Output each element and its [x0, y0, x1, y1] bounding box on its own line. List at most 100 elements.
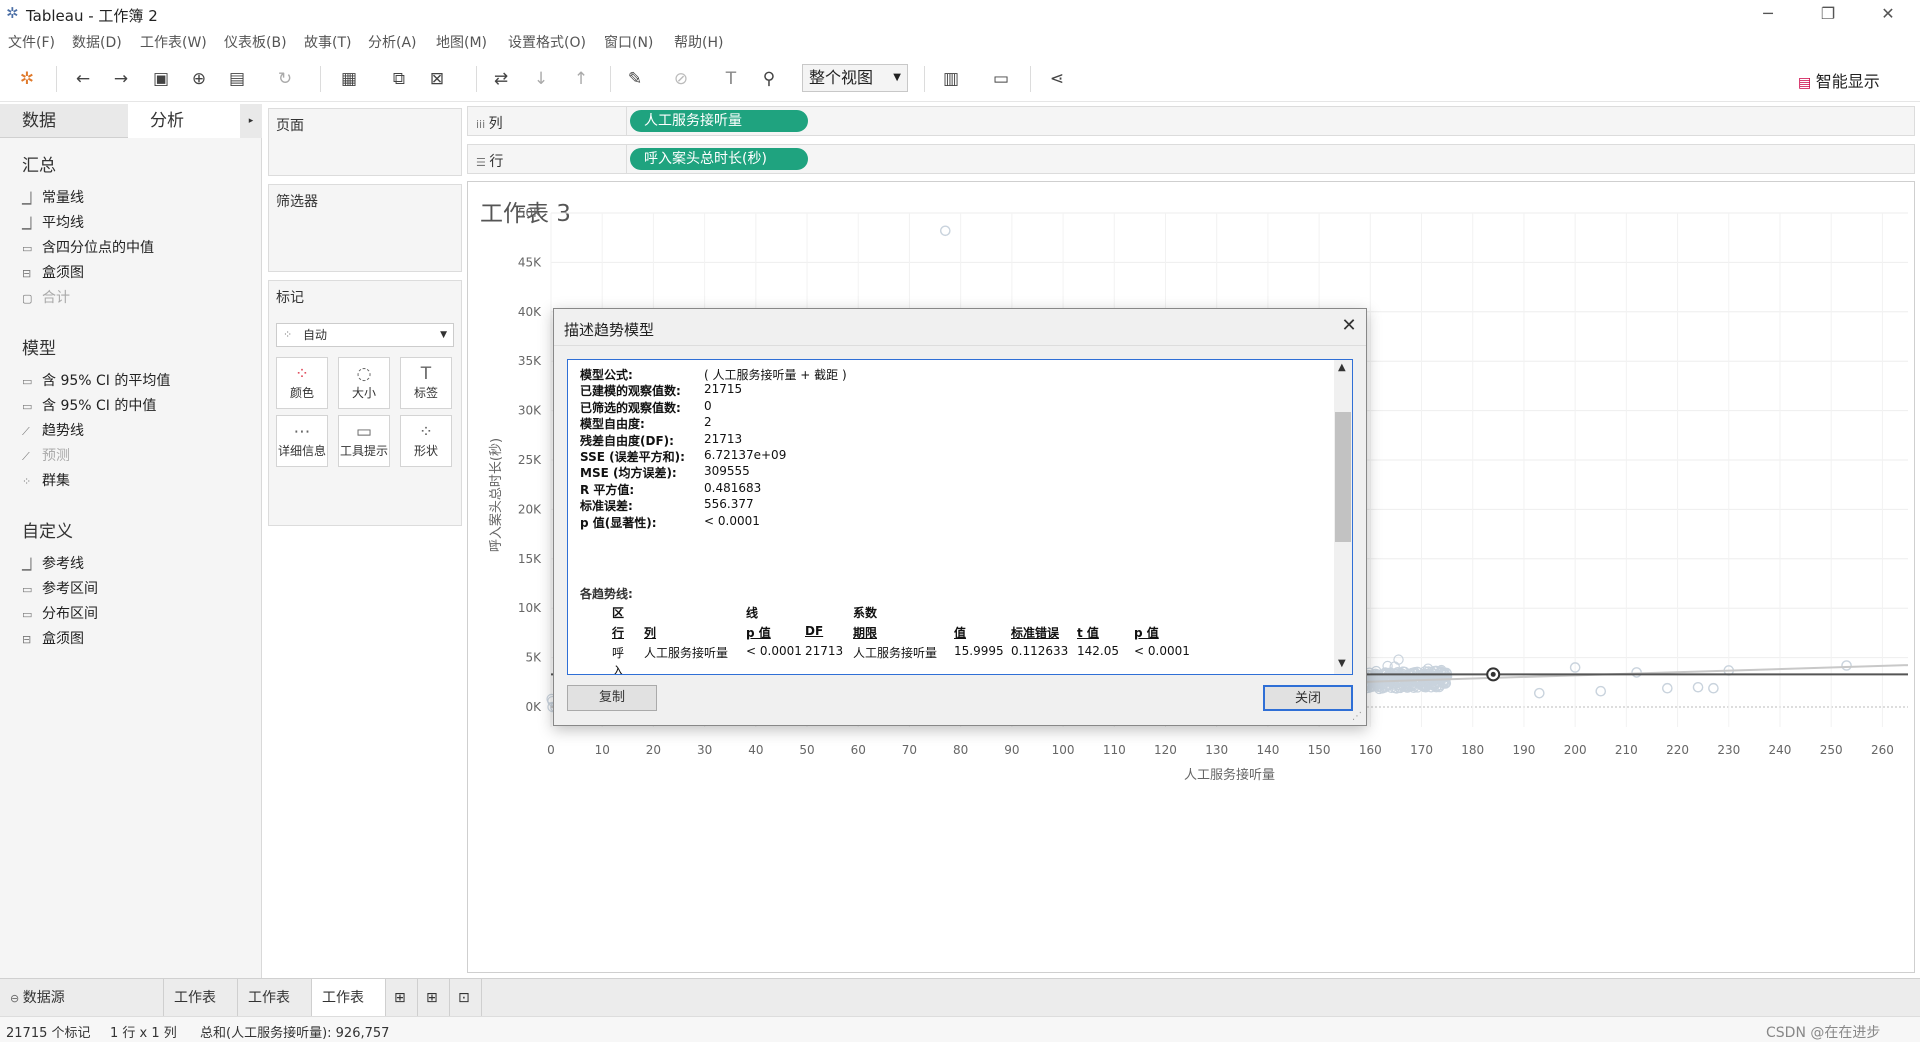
- show-me-button[interactable]: ▤ 智能显示: [1798, 68, 1880, 92]
- tableau-start-icon[interactable]: ✲: [16, 68, 38, 90]
- view-fit-select[interactable]: 整个视图 ▼: [802, 64, 908, 92]
- scrollbar-thumb[interactable]: [1335, 412, 1351, 542]
- item-label: 合计: [42, 290, 70, 306]
- close-icon[interactable]: ✕: [1338, 315, 1360, 337]
- mark-type-value: 自动: [303, 328, 328, 342]
- y-tick-label: 10K: [518, 601, 542, 615]
- tab-datasource[interactable]: ⊖ 数据源: [0, 979, 164, 1017]
- duplicate-sheet-icon[interactable]: ⧉: [388, 68, 410, 90]
- pause-update-icon[interactable]: ▤: [226, 68, 248, 90]
- pages-card[interactable]: 页面: [268, 108, 462, 176]
- rows-pill[interactable]: 呼入案头总时长(秒): [630, 148, 808, 170]
- tab-data[interactable]: 数据: [0, 104, 128, 138]
- refresh-icon[interactable]: ↻: [274, 68, 296, 90]
- analytics-item-median-quartiles[interactable]: ▭ 含四分位点的中值: [22, 237, 154, 257]
- analytics-item-median-ci[interactable]: ▭ 含 95% CI 的中值: [22, 395, 156, 415]
- swap-rows-columns-icon[interactable]: ⇄: [490, 68, 512, 90]
- menu-story[interactable]: 故事(T): [304, 32, 351, 52]
- share-icon[interactable]: ⋖: [1046, 68, 1068, 90]
- scrollbar[interactable]: ▲ ▼: [1334, 360, 1352, 674]
- redo-icon[interactable]: →: [110, 68, 132, 90]
- menu-worksheet[interactable]: 工作表(W): [140, 32, 207, 52]
- close-window-button[interactable]: ✕: [1868, 2, 1908, 26]
- save-icon[interactable]: ▣: [150, 68, 172, 90]
- menu-window[interactable]: 窗口(N): [604, 32, 653, 52]
- show-cards-icon[interactable]: ▥: [940, 68, 962, 90]
- tab-sheet-1[interactable]: 工作表 1: [164, 979, 238, 1044]
- restore-button[interactable]: ❐: [1808, 2, 1848, 26]
- menu-dashboard[interactable]: 仪表板(B): [224, 32, 287, 52]
- new-worksheet-icon[interactable]: ⊞: [386, 979, 418, 1017]
- model-info-key: R 平方值:: [580, 482, 635, 497]
- analytics-item-average-line[interactable]: ▁▏ 平均线: [22, 212, 84, 232]
- scroll-down-icon[interactable]: ▼: [1338, 658, 1346, 669]
- rows-shelf[interactable]: ☰ 行 呼入案头总时长(秒): [467, 144, 1915, 174]
- highlight-icon[interactable]: ✎: [624, 68, 646, 90]
- model-info-row: R 平方值: 0.481683: [580, 481, 761, 498]
- shape-label: 形状: [413, 444, 438, 458]
- analytics-item-cluster[interactable]: ⁘ 群集: [22, 470, 70, 490]
- filters-card[interactable]: 筛选器: [268, 184, 462, 272]
- tab-sheet-2[interactable]: 工作表 2: [238, 979, 312, 1044]
- y-tick-label: 25K: [518, 453, 542, 467]
- detail-button[interactable]: ⋯ 详细信息: [276, 415, 328, 467]
- resize-grip-icon[interactable]: ⋰: [1352, 711, 1362, 722]
- columns-pill[interactable]: 人工服务接听量: [630, 110, 808, 132]
- scroll-up-icon[interactable]: ▲: [1338, 362, 1346, 373]
- minimize-button[interactable]: ─: [1748, 2, 1788, 26]
- pane-menu-icon[interactable]: ▸: [240, 104, 262, 138]
- analytics-item-boxplot-custom[interactable]: ⊟ 盒须图: [22, 628, 84, 648]
- item-label: 参考线: [42, 556, 84, 572]
- menu-analysis[interactable]: 分析(A): [368, 32, 417, 52]
- new-sheet-icon[interactable]: ▦: [338, 68, 360, 90]
- model-info-key: 标准误差:: [580, 499, 633, 514]
- new-dashboard-icon[interactable]: ⊞: [418, 979, 450, 1017]
- sort-ascending-icon[interactable]: ↓: [530, 68, 552, 90]
- tooltip-button[interactable]: ▭ 工具提示: [338, 415, 390, 467]
- menu-data[interactable]: 数据(D): [72, 32, 122, 52]
- analytics-item-constant-line[interactable]: ▁▏ 常量线: [22, 187, 84, 207]
- scatter-point-outlier: [1662, 682, 1673, 694]
- analytics-item-trend-line[interactable]: ⟋ 趋势线: [22, 420, 84, 440]
- copy-button[interactable]: 复制: [567, 685, 657, 711]
- trend-model-text[interactable]: 模型公式: ( 人工服务接听量 + 截距 ) 已建模的观察值数: 21715 已筛选的观…: [567, 359, 1353, 675]
- tab-analytics[interactable]: 分析: [128, 104, 240, 138]
- filters-card-title: 筛选器: [276, 194, 318, 210]
- columns-shelf[interactable]: iii 列 人工服务接听量: [467, 106, 1915, 136]
- tab-sheet-3[interactable]: 工作表 3: [312, 979, 386, 1044]
- analytics-item-boxplot[interactable]: ⊟ 盒须图: [22, 262, 84, 282]
- analytics-item-totals: ▢ 合计: [22, 287, 70, 307]
- clear-sheet-icon[interactable]: ⊠: [426, 68, 448, 90]
- shape-button[interactable]: ⁘ 形状: [400, 415, 452, 467]
- analytics-item-reference-band[interactable]: ▭ 参考区间: [22, 578, 98, 598]
- x-tick-label: 200: [1564, 743, 1587, 757]
- analytics-item-distribution-band[interactable]: ▭ 分布区间: [22, 603, 98, 623]
- menu-help[interactable]: 帮助(H): [674, 32, 723, 52]
- x-tick-label: 110: [1103, 743, 1126, 757]
- scatter-point-outlier: [1841, 660, 1852, 671]
- mark-type-select[interactable]: ⁘ 自动 ▼: [276, 323, 454, 347]
- pin-icon[interactable]: ⚲: [758, 68, 780, 90]
- undo-icon[interactable]: ←: [72, 68, 94, 90]
- analytics-item-reference-line[interactable]: ▁▏ 参考线: [22, 553, 84, 573]
- new-story-icon[interactable]: ⊡: [450, 979, 482, 1017]
- menu-map[interactable]: 地图(M): [436, 32, 487, 52]
- y-tick-label: 5K: [525, 651, 542, 665]
- new-datasource-icon[interactable]: ⊕: [188, 68, 210, 90]
- close-button[interactable]: 关闭: [1263, 685, 1353, 711]
- columns-label-text: 列: [488, 116, 503, 132]
- x-tick-label: 40: [748, 743, 763, 757]
- show-labels-icon[interactable]: T: [720, 68, 742, 90]
- color-button[interactable]: ⁘ 颜色: [276, 357, 328, 409]
- x-tick-label: 140: [1256, 743, 1279, 757]
- x-tick-label: 240: [1769, 743, 1792, 757]
- sort-descending-icon[interactable]: ↑: [570, 68, 592, 90]
- group-icon[interactable]: ⊘: [670, 68, 692, 90]
- menu-format[interactable]: 设置格式(O): [508, 32, 586, 52]
- shelf-divider: [626, 145, 627, 173]
- presentation-mode-icon[interactable]: ▭: [990, 68, 1012, 90]
- menu-file[interactable]: 文件(F): [8, 32, 55, 52]
- analytics-item-average-ci[interactable]: ▭ 含 95% CI 的平均值: [22, 370, 170, 390]
- label-button[interactable]: T 标签: [400, 357, 452, 409]
- size-button[interactable]: ◌ 大小: [338, 357, 390, 409]
